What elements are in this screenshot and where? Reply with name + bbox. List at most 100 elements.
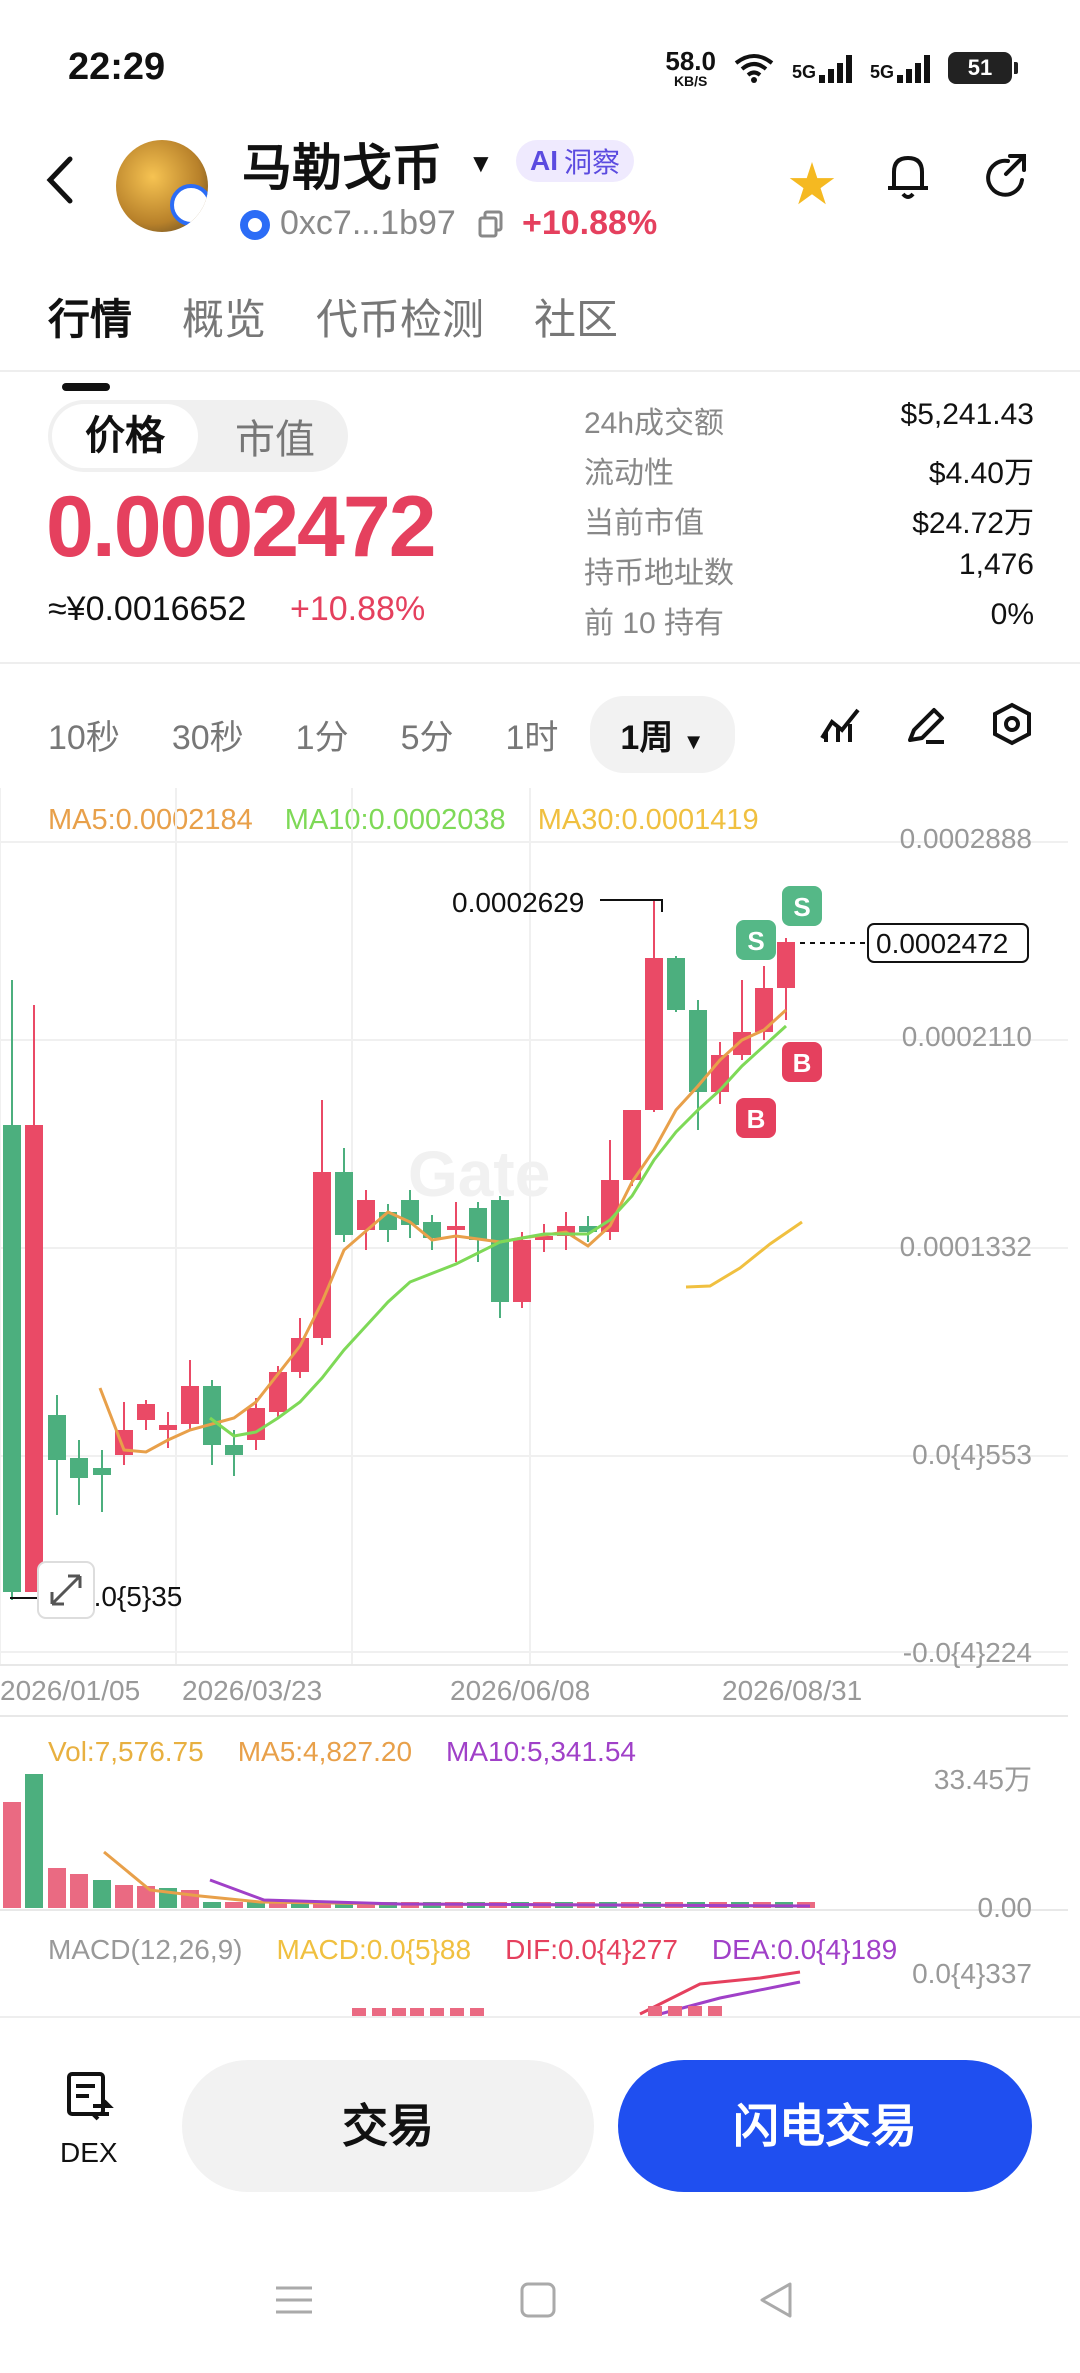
ma30-line <box>685 1220 803 1289</box>
price-chart[interactable]: Gate 0.0002888 0.0002110 0.0001332 0.0{4}553… <box>0 788 1080 2018</box>
home-nav-icon[interactable] <box>518 2280 558 2325</box>
macd-bar <box>372 2008 386 2016</box>
volume-max: 33.45万 <box>933 1764 1032 1795</box>
stat-row: 流动性 $4.40万 <box>584 448 1034 498</box>
high-pointer <box>600 899 663 912</box>
signal-1-icon: 5G <box>792 53 852 83</box>
y-axis-label: 0.0001332 <box>900 1231 1032 1262</box>
tf-selected-dropdown[interactable]: 1周 ▼ <box>590 696 735 773</box>
candle <box>70 1458 88 1478</box>
volume-bar <box>48 1868 66 1908</box>
tab-overview[interactable]: 概览 <box>182 286 266 347</box>
trade-marker-label: B <box>747 1104 766 1134</box>
vol-ma5-legend: MA5:4,827.20 <box>237 1736 413 1767</box>
chain-icon <box>240 210 270 240</box>
candle <box>335 1172 353 1235</box>
tf-1h[interactable]: 1时 <box>506 710 559 759</box>
candle <box>623 1110 641 1180</box>
share-icon[interactable] <box>982 152 1032 207</box>
x-axis-label: 2026/06/08 <box>450 1675 590 1706</box>
candle <box>25 1125 43 1592</box>
y-axis-label: 0.0002888 <box>900 823 1032 854</box>
tf-5m[interactable]: 5分 <box>401 710 454 759</box>
tf-1m[interactable]: 1分 <box>296 710 349 759</box>
macd-max: 0.0{4}337 <box>912 1958 1032 1989</box>
back-nav-icon[interactable] <box>756 2280 796 2325</box>
macd-bar <box>470 2008 484 2016</box>
trade-marker-label: B <box>793 1048 812 1078</box>
stat-row: 持币地址数 1,476 <box>584 548 1034 598</box>
candle <box>3 1125 21 1592</box>
y-axis-label: 0.0{4}553 <box>912 1439 1032 1470</box>
status-time: 22:29 <box>68 46 166 88</box>
settings-hex-icon[interactable] <box>990 702 1034 751</box>
status-icons: 58.0 KB/S 5G 5G 51 <box>665 48 1018 88</box>
volume-bar <box>25 1774 43 1908</box>
favorite-star-icon[interactable]: ★ <box>786 150 838 218</box>
signal-1-label: 5G <box>791 62 816 82</box>
stat-row: 前 10 持有 0% <box>584 598 1034 648</box>
trade-marker-label: S <box>793 892 810 922</box>
candle <box>667 958 685 1010</box>
dex-label: DEX <box>60 2137 118 2168</box>
volume-legend: Vol:7,576.75 MA5:4,827.20 MA10:5,341.54 <box>48 1736 636 1768</box>
back-button[interactable] <box>44 155 74 217</box>
tab-market[interactable]: 行情 <box>48 286 132 391</box>
candle <box>513 1240 531 1302</box>
volume-bar <box>225 1902 243 1908</box>
wifi-icon <box>734 54 774 83</box>
candle <box>48 1415 66 1460</box>
candle <box>269 1372 287 1412</box>
flash-trade-button[interactable]: 闪电交易 <box>618 2060 1032 2192</box>
macd-title: MACD(12,26,9) <box>48 1934 243 1965</box>
indicator-icon[interactable] <box>818 702 862 751</box>
current-price: 0.0002472 <box>46 479 437 575</box>
copy-icon[interactable] <box>478 210 504 245</box>
chevron-down-icon[interactable]: ▼ <box>468 148 494 179</box>
macd-bar <box>450 2008 464 2016</box>
draw-pencil-icon[interactable] <box>904 702 948 751</box>
volume-bar <box>3 1802 21 1908</box>
macd-bar <box>688 2006 702 2016</box>
macd-bar <box>708 2006 722 2016</box>
x-axis-label: 2026/03/23 <box>182 1675 322 1706</box>
price-divider <box>0 662 1080 664</box>
back-arrow-icon <box>46 156 73 204</box>
stat-label: 当前市值 <box>584 507 704 540</box>
x-axis-label: 2026/08/31 <box>722 1675 862 1706</box>
candle <box>225 1445 243 1455</box>
macd-bar <box>430 2008 444 2016</box>
caret-down-icon: ▼ <box>682 729 705 754</box>
trade-marker-label: S <box>747 926 764 956</box>
stat-row: 当前市值 $24.72万 <box>584 498 1034 548</box>
chain-badge-icon <box>170 184 208 226</box>
cny-price: ≈¥0.0016652 <box>48 590 247 628</box>
bell-icon[interactable] <box>884 150 932 207</box>
timeframe-bar: 10秒 30秒 1分 5分 1时 1周 ▼ <box>48 696 787 773</box>
header-change: +10.88% <box>522 204 658 242</box>
volume-bar <box>70 1874 88 1908</box>
tab-community[interactable]: 社区 <box>534 286 618 347</box>
y-axis-label: -0.0{4}224 <box>903 1637 1032 1668</box>
ai-icon: AI <box>530 145 558 176</box>
candle <box>645 958 663 1110</box>
toggle-price[interactable]: 价格 <box>52 404 198 468</box>
toggle-mcap[interactable]: 市值 <box>202 407 348 465</box>
trade-button[interactable]: 交易 <box>182 2060 594 2192</box>
stat-label: 24h成交额 <box>584 407 725 440</box>
watermark-logo: Gate <box>408 1138 550 1210</box>
candle <box>247 1408 265 1440</box>
token-title[interactable]: 马勒戈币 <box>242 128 442 200</box>
candle <box>733 1032 751 1055</box>
tf-30s[interactable]: 30秒 <box>172 710 244 759</box>
menu-nav-icon[interactable] <box>274 2280 314 2325</box>
macd-bar <box>352 2008 366 2016</box>
dex-button[interactable]: DEX <box>60 2070 118 2169</box>
macd-bar <box>668 2006 682 2016</box>
volume-min: 0.00 <box>977 1892 1033 1923</box>
tf-selected-label: 1周 <box>620 719 674 757</box>
tab-token-check[interactable]: 代币检测 <box>316 286 484 347</box>
macd-value: MACD:0.0{5}88 <box>276 1934 472 1965</box>
ai-insight-button[interactable]: AI 洞察 <box>516 140 635 182</box>
tf-10s[interactable]: 10秒 <box>48 710 120 759</box>
